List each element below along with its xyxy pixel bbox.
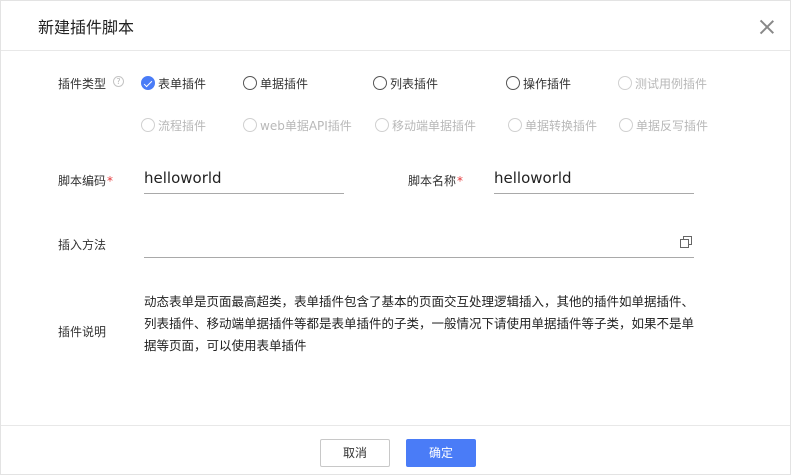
radio-icon xyxy=(141,118,155,132)
radio-bill-plugin[interactable]: 单据插件 xyxy=(243,75,308,91)
plugin-type-label: 插件类型 xyxy=(58,77,107,91)
radio-icon xyxy=(618,76,632,90)
radio-icon xyxy=(506,76,520,90)
radio-operation-plugin[interactable]: 操作插件 xyxy=(506,75,571,91)
script-code-input[interactable]: helloworld xyxy=(144,165,344,194)
radio-icon xyxy=(619,118,633,132)
radio-label: 移动端单据插件 xyxy=(392,118,477,133)
new-plugin-script-dialog: 新建插件脚本 插件类型 ? 表单插件 单据插件 列表插件 操作插件 测试用例插件… xyxy=(0,0,791,475)
radio-mobile-bill-plugin[interactable]: 移动端单据插件 xyxy=(375,117,476,133)
radio-label: 操作插件 xyxy=(523,76,572,91)
required-mark: * xyxy=(107,174,114,188)
script-name-label: 脚本名称* xyxy=(408,172,463,189)
dialog-header: 新建插件脚本 xyxy=(1,1,790,51)
script-code-label-text: 脚本编码 xyxy=(58,174,107,188)
dialog-title: 新建插件脚本 xyxy=(38,18,135,37)
radio-web-api-plugin[interactable]: web单据API插件 xyxy=(243,117,352,133)
script-code-label: 脚本编码* xyxy=(58,172,113,189)
required-mark: * xyxy=(457,174,464,188)
radio-label: 单据转换插件 xyxy=(525,118,598,133)
help-icon[interactable]: ? xyxy=(113,76,124,87)
script-code-value: helloworld xyxy=(144,169,222,187)
radio-list-plugin[interactable]: 列表插件 xyxy=(373,75,438,91)
radio-icon xyxy=(508,118,522,132)
script-name-label-text: 脚本名称 xyxy=(408,174,457,188)
radio-workflow-plugin[interactable]: 流程插件 xyxy=(141,117,206,133)
radio-icon xyxy=(373,76,387,90)
radio-bill-writeback-plugin[interactable]: 单据反写插件 xyxy=(619,117,708,133)
cancel-button[interactable]: 取消 xyxy=(320,439,390,467)
radio-label: 流程插件 xyxy=(158,118,207,133)
insert-method-input[interactable] xyxy=(144,229,694,258)
radio-label: 表单插件 xyxy=(158,76,207,91)
close-icon[interactable] xyxy=(760,20,774,34)
copy-icon[interactable] xyxy=(680,236,692,248)
radio-label: 测试用例插件 xyxy=(635,76,708,91)
radio-icon xyxy=(375,118,389,132)
radio-label: 列表插件 xyxy=(390,76,439,91)
radio-icon xyxy=(141,76,155,90)
radio-form-plugin[interactable]: 表单插件 xyxy=(141,75,206,91)
radio-bill-convert-plugin[interactable]: 单据转换插件 xyxy=(508,117,597,133)
radio-label: 单据反写插件 xyxy=(636,118,709,133)
radio-icon xyxy=(243,118,257,132)
insert-method-label: 插入方法 xyxy=(58,238,107,252)
confirm-button[interactable]: 确定 xyxy=(406,439,476,467)
script-name-input[interactable]: helloworld xyxy=(494,165,694,194)
plugin-desc-label: 插件说明 xyxy=(58,325,107,339)
script-name-value: helloworld xyxy=(494,169,572,187)
radio-label: web单据API插件 xyxy=(260,118,352,133)
dialog-footer: 取消 确定 xyxy=(1,425,790,475)
plugin-desc-text: 动态表单是页面最高超类，表单插件包含了基本的页面交互处理逻辑插入，其他的插件如单… xyxy=(144,294,695,353)
radio-icon xyxy=(243,76,257,90)
radio-test-case-plugin[interactable]: 测试用例插件 xyxy=(618,75,707,91)
radio-label: 单据插件 xyxy=(260,76,309,91)
